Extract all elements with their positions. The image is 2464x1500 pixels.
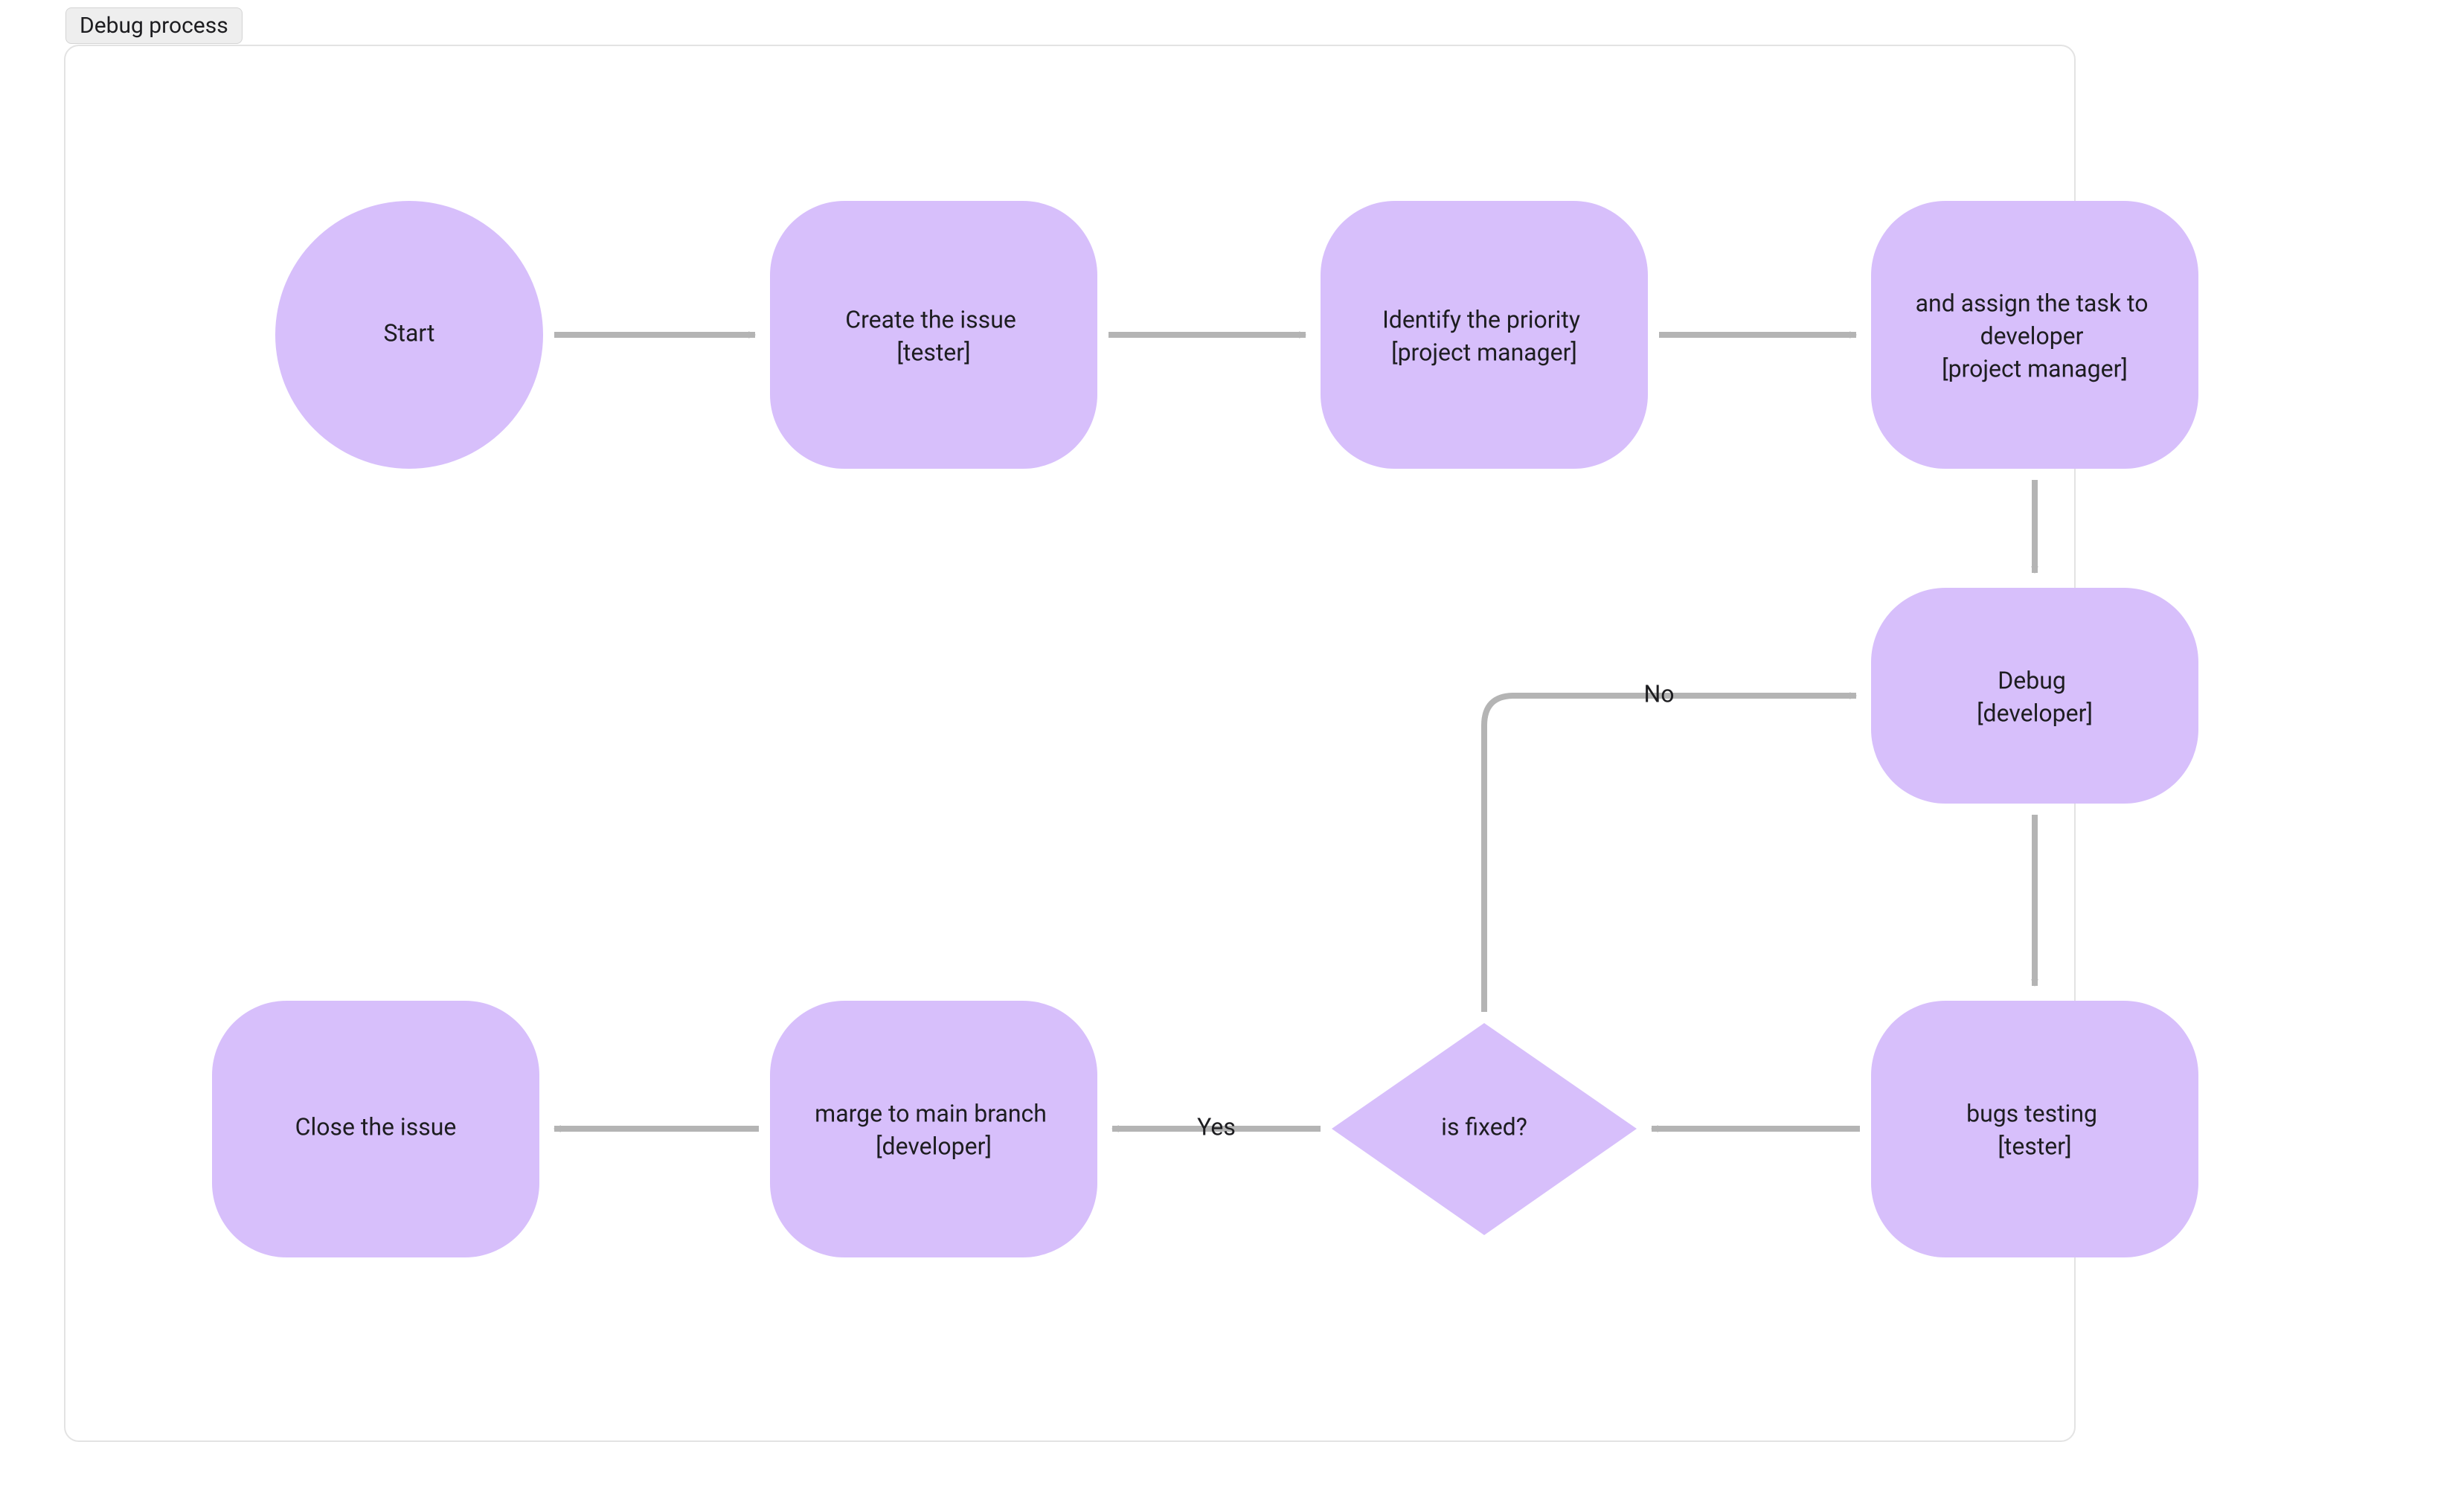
diagram-title-chip: Debug process: [65, 7, 243, 44]
node-bugs-label2: [tester]: [1998, 1132, 2071, 1160]
edge-isfixed-no: [1484, 696, 1856, 1012]
node-debug-label1: Debug: [1998, 666, 2066, 694]
node-close-label: Close the issue: [295, 1112, 457, 1141]
node-identify-label1: Identify the priority: [1382, 305, 1580, 333]
node-assign-label2: developer: [1980, 321, 2084, 350]
svg-text:Identify the priority [p: Identify the priority [project manager]: [1382, 299, 1586, 366]
node-start-label: Start: [384, 318, 435, 347]
node-is-fixed-label: is fixed?: [1441, 1112, 1527, 1141]
node-merge-label1: marge to main branch: [815, 1099, 1047, 1127]
svg-text:Start: Start: [384, 318, 435, 347]
edge-label-yes: Yes: [1197, 1112, 1236, 1141]
node-assign-label3: [project manager]: [1942, 354, 2128, 382]
node-create-issue-label2: [tester]: [896, 338, 970, 366]
node-is-fixed: is fixed?: [1332, 1023, 1637, 1235]
node-close: Close the issue: [212, 1001, 539, 1257]
node-debug-label2: [developer]: [1977, 699, 2093, 727]
node-identify-priority: Identify the priority [project manager]: [1321, 201, 1648, 469]
node-debug: Debug [developer]: [1871, 588, 2198, 804]
node-create-issue: Create the issue [tester]: [770, 201, 1097, 469]
node-identify-label2: [project manager]: [1391, 338, 1577, 366]
node-assign-label1: and assign the task to: [1916, 289, 2149, 317]
svg-text:Close the issue: Close the issue: [295, 1112, 457, 1141]
diagram-title-text: Debug process: [80, 13, 228, 39]
node-merge: marge to main branch [developer]: [770, 1001, 1097, 1257]
node-create-issue-label1: Create the issue: [845, 305, 1016, 333]
node-bugs-label1: bugs testing: [1966, 1099, 2097, 1127]
flowchart-svg: Start Create the issue [tester] Identify…: [0, 0, 2464, 1500]
svg-text:is fixed?: is fixed?: [1441, 1112, 1527, 1141]
node-bugs-testing: bugs testing [tester]: [1871, 1001, 2198, 1257]
node-assign-task: and assign the task to developer [projec…: [1871, 201, 2198, 469]
node-merge-label2: [developer]: [876, 1132, 992, 1160]
edge-label-no: No: [1643, 679, 1674, 708]
node-start: Start: [275, 201, 543, 469]
